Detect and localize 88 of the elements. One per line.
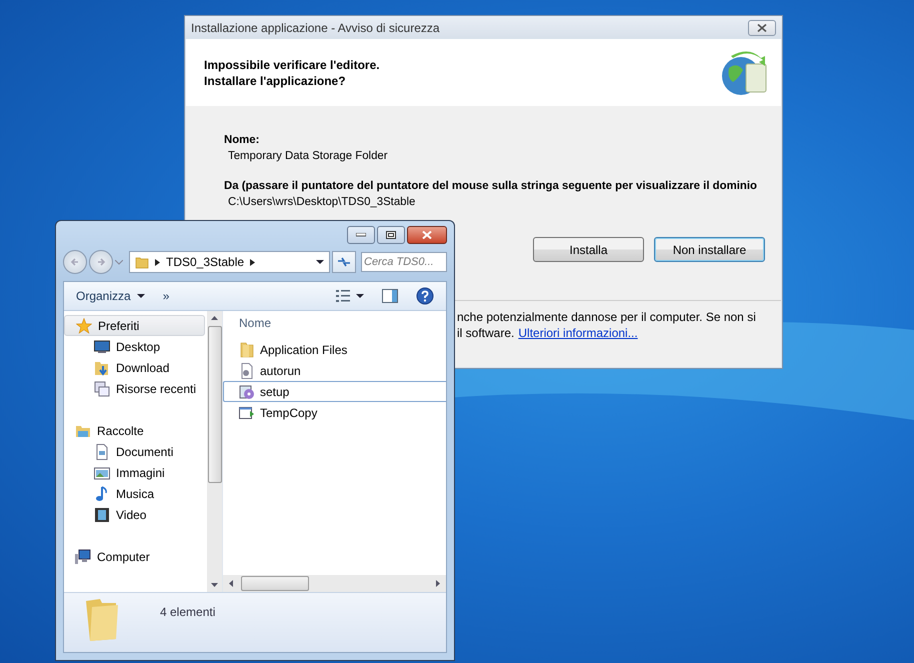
- back-arrow-icon: [70, 257, 80, 267]
- download-folder-icon: [94, 360, 110, 376]
- close-icon: [422, 231, 432, 239]
- computer-icon: [75, 548, 91, 564]
- breadcrumb-arrow-icon: [250, 258, 256, 266]
- minimize-button[interactable]: [347, 226, 375, 244]
- nav-label: Documenti: [116, 444, 174, 458]
- recent-pages-caret-icon: [115, 260, 123, 264]
- file-item[interactable]: TempCopy: [223, 402, 446, 423]
- shortcut-file-icon: [239, 404, 255, 420]
- window-title: Installazione applicazione - Avviso di sicurezza: [191, 20, 441, 34]
- picture-icon: [94, 464, 110, 480]
- breadcrumb-arrow-icon: [155, 258, 160, 266]
- file-name: autorun: [260, 364, 301, 378]
- nav-label: Musica: [116, 486, 154, 500]
- warning-text: il software.: [457, 326, 514, 340]
- refresh-arrows-icon: [337, 256, 351, 268]
- search-field[interactable]: Cerca TDS0...: [361, 252, 447, 272]
- field-value: Temporary Data Storage Folder: [227, 149, 389, 164]
- scroll-up-arrow-icon: [211, 316, 218, 320]
- address-bar[interactable]: TDS0_3Stable: [129, 251, 330, 273]
- dialog-button[interactable]: Non installare: [654, 237, 765, 262]
- music-note-icon: [94, 486, 110, 502]
- folder-icon: [135, 255, 149, 269]
- nav-item[interactable]: Download: [64, 357, 207, 378]
- column-header[interactable]: Nome: [223, 311, 446, 335]
- nav-label: Video: [116, 508, 146, 522]
- dialog-heading: Impossibile verificare l'editore.: [204, 56, 381, 72]
- file-item[interactable]: Application Files: [223, 339, 446, 360]
- scrollbar-thumb[interactable]: [241, 576, 309, 591]
- close-icon: [757, 24, 767, 32]
- scroll-right-arrow-icon: [436, 580, 440, 587]
- help-icon: [416, 287, 434, 305]
- field-label: Da (passare il puntatore del puntatore del mouse sulla stringa seguente per visualizzare il dominio: [224, 179, 758, 194]
- horizontal-scrollbar[interactable]: [223, 575, 446, 592]
- breadcrumb[interactable]: TDS0_3Stable: [166, 255, 244, 269]
- maximize-button[interactable]: [377, 226, 405, 244]
- nav-item[interactable]: Video: [64, 504, 207, 525]
- file-name: TempCopy: [260, 406, 318, 420]
- recent-places-icon: [94, 380, 110, 396]
- file-name: setup: [260, 384, 290, 398]
- nav-item[interactable]: Computer: [64, 546, 205, 567]
- desktop-screen-icon: [94, 338, 110, 354]
- nav-item[interactable]: Risorse recenti: [64, 378, 207, 399]
- warning-text: nche potenzialmente dannose per il computer. Se non si: [457, 310, 756, 324]
- document-icon: [94, 444, 110, 460]
- refresh-button[interactable]: [332, 251, 356, 273]
- dropdown-caret-icon: [316, 260, 324, 264]
- dialog-heading: Installare l'applicazione?: [204, 72, 347, 88]
- nav-label: Preferiti: [98, 318, 140, 332]
- nav-label: Desktop: [116, 340, 160, 354]
- field-value: C:\Users\wrs\Desktop\TDS0_3Stable: [227, 195, 416, 210]
- field-label: Nome:: [224, 133, 260, 148]
- forward-arrow-icon: [96, 257, 106, 267]
- nav-label: Download: [116, 360, 170, 374]
- nav-label: Risorse recenti: [116, 382, 196, 396]
- file-item[interactable]: autorun: [223, 360, 446, 381]
- folder-icon: [239, 342, 255, 358]
- installer-icon: [239, 384, 255, 400]
- star-icon: [76, 318, 92, 334]
- minimize-icon: [356, 233, 366, 237]
- organize-menu-button[interactable]: Organizza: [70, 287, 151, 305]
- nav-item[interactable]: Desktop: [64, 336, 207, 357]
- nav-item[interactable]: Musica: [64, 483, 207, 504]
- caret-icon: [136, 294, 145, 298]
- nav-item[interactable]: Documenti: [64, 441, 207, 462]
- close-button[interactable]: [748, 20, 776, 36]
- maximize-icon: [386, 231, 396, 239]
- nav-item[interactable]: Raccolte: [64, 420, 205, 441]
- more-info-link[interactable]: Ulteriori informazioni...: [518, 326, 638, 340]
- close-button[interactable]: [407, 226, 447, 244]
- nav-item[interactable]: Preferiti: [64, 315, 205, 336]
- nav-label: Raccolte: [97, 424, 144, 438]
- details-view-icon: [336, 290, 350, 302]
- scroll-left-arrow-icon: [229, 580, 233, 587]
- vertical-scrollbar[interactable]: [207, 311, 222, 592]
- more-commands-button[interactable]: »: [156, 287, 176, 305]
- scrollbar-thumb[interactable]: [208, 326, 222, 483]
- settings-file-icon: [239, 362, 255, 378]
- dialog-button[interactable]: Installa: [533, 237, 644, 262]
- file-name: Application Files: [260, 342, 348, 356]
- file-item[interactable]: setup: [223, 381, 446, 402]
- nav-item[interactable]: Immagini: [64, 462, 207, 483]
- scroll-down-arrow-icon: [211, 583, 218, 587]
- item-count: 4 elementi: [160, 604, 216, 619]
- nav-label: Immagini: [116, 466, 165, 480]
- nav-label: Computer: [97, 550, 150, 564]
- preview-pane-icon: [382, 289, 398, 303]
